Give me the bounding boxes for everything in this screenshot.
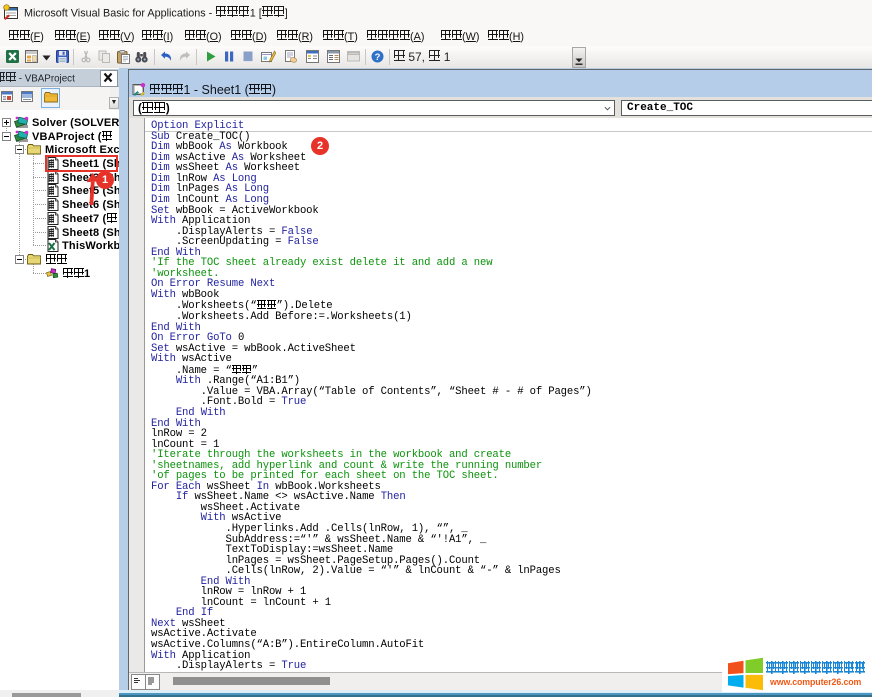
svg-text:?: ? [375,52,381,63]
